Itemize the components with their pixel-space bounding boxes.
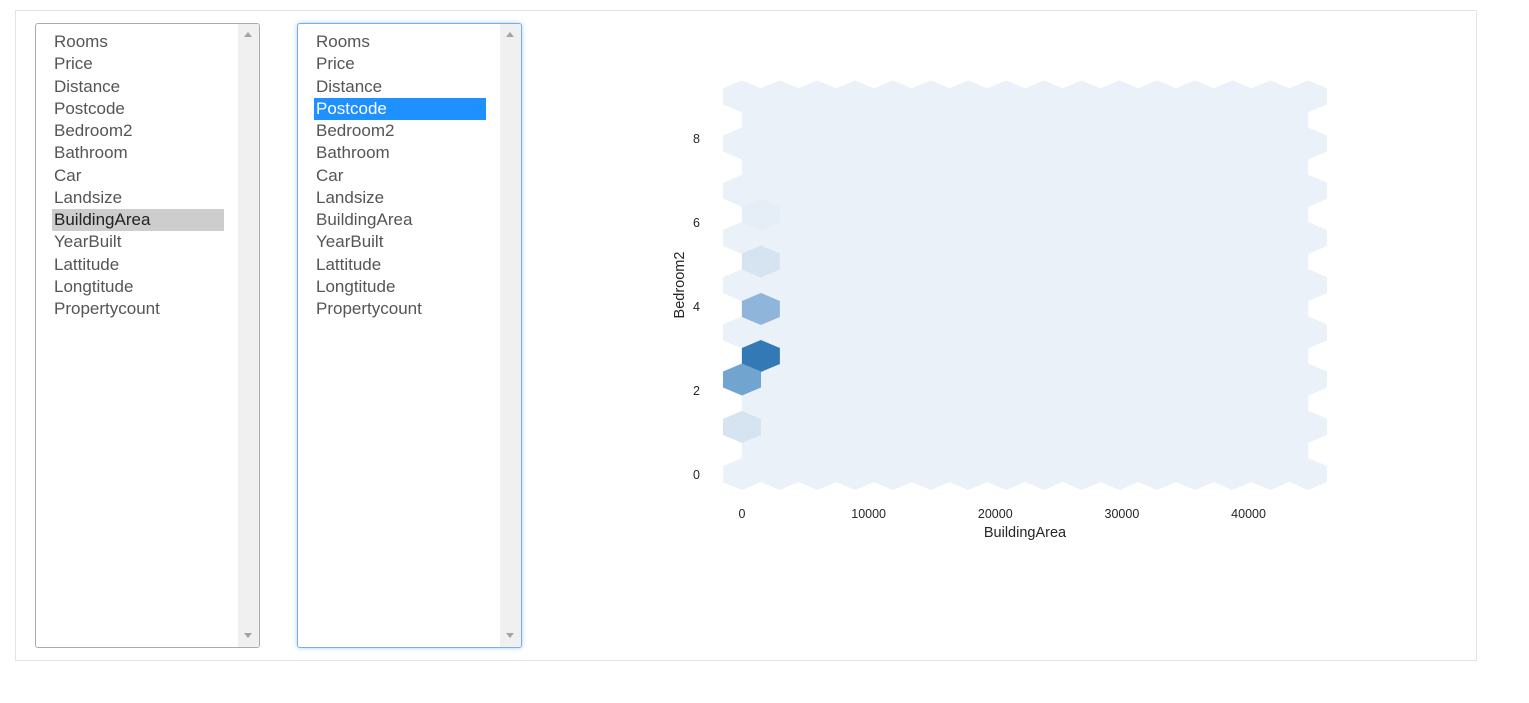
x-axis-label: BuildingArea [984,525,1067,541]
hexbin-chart: 0 10000 20000 30000 40000 0 2 4 6 8 BuildingArea… [672,80,1328,541]
y-tick-label: 6 [693,216,700,230]
x-tick-label: 40000 [1231,507,1266,521]
y-axis-ticks: 0 2 4 6 8 [693,132,700,482]
y-tick-label: 0 [693,468,700,482]
x-tick-label: 30000 [1105,507,1140,521]
x-tick-label: 20000 [978,507,1013,521]
x-axis-ticks: 0 10000 20000 30000 40000 [739,507,1266,521]
y-tick-label: 2 [693,384,700,398]
y-axis-label: Bedroom2 [672,252,688,319]
x-tick-label: 0 [739,507,746,521]
x-tick-label: 10000 [851,507,886,521]
y-tick-label: 8 [693,132,700,146]
hex-bins [723,80,1328,490]
y-tick-label: 4 [693,300,700,314]
